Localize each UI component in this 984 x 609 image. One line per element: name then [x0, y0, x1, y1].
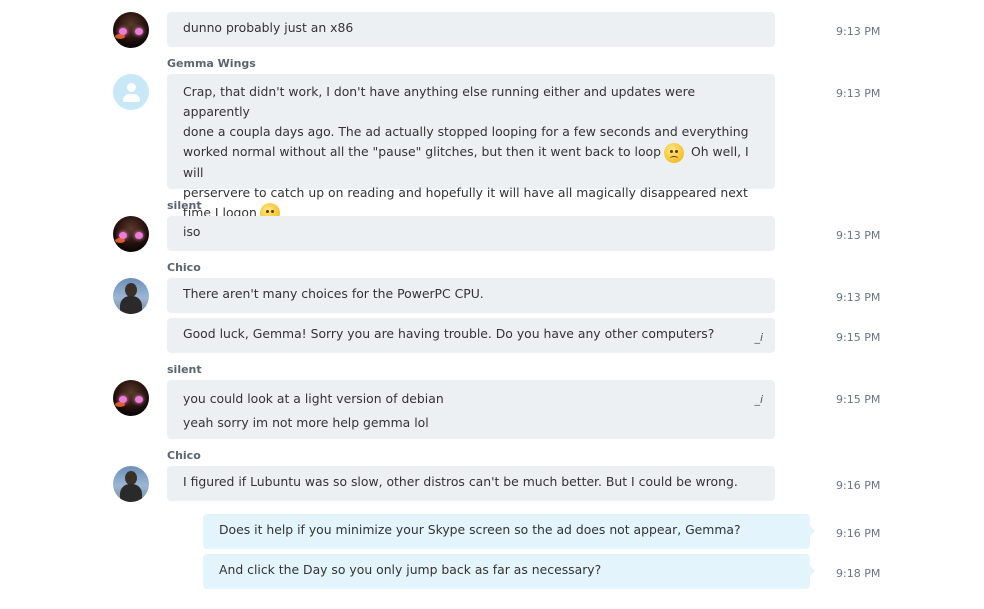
message-line: worked normal without all the "pause" gl… — [183, 144, 662, 159]
avatar-silent[interactable] — [113, 12, 149, 48]
message-text: Does it help if you minimize your Skype … — [219, 522, 741, 537]
message-bubble[interactable]: dunno probably just an x86 — [167, 12, 775, 47]
message-time: 9:16 PM — [836, 527, 881, 540]
message-bubble[interactable]: Good luck, Gemma! Sorry you are having t… — [167, 318, 775, 353]
sender-name: Chico — [167, 449, 201, 462]
message-bubble[interactable]: Crap, that didn't work, I don't have any… — [167, 74, 775, 223]
sender-name: silent — [167, 199, 202, 212]
message-time: 9:18 PM — [836, 567, 881, 580]
sender-name: Chico — [167, 261, 201, 274]
message-text: dunno probably just an x86 — [183, 20, 354, 35]
sender-name: Gemma Wings — [167, 57, 256, 70]
avatar-gemma[interactable] — [113, 74, 149, 110]
own-message-bubble[interactable]: Does it help if you minimize your Skype … — [203, 514, 815, 549]
edited-icon[interactable]: _i — [754, 390, 763, 410]
edited-icon[interactable]: _i — [754, 328, 763, 348]
message-line: you could look at a light version of deb… — [183, 391, 444, 406]
own-message-bubble[interactable]: And click the Day so you only jump back … — [203, 554, 815, 589]
message-text: Good luck, Gemma! Sorry you are having t… — [183, 326, 715, 341]
message-time: 9:13 PM — [836, 291, 881, 304]
message-time: 9:15 PM — [836, 331, 881, 344]
message-bubble[interactable]: iso — [167, 216, 775, 251]
message-bubble[interactable]: There aren't many choices for the PowerP… — [167, 278, 775, 313]
avatar-chico[interactable] — [113, 278, 149, 314]
message-line: Crap, that didn't work, I don't have any… — [183, 84, 696, 119]
message-time: 9:15 PM — [836, 393, 881, 406]
message-time: 9:16 PM — [836, 479, 881, 492]
message-text: I figured if Lubuntu was so slow, other … — [183, 474, 738, 489]
message-line: done a coupla days ago. The ad actually … — [183, 124, 749, 139]
message-text: And click the Day so you only jump back … — [219, 562, 602, 577]
message-line: yeah sorry im not more help gemma lol — [183, 415, 429, 430]
avatar-silent[interactable] — [113, 380, 149, 416]
message-bubble[interactable]: you could look at a light version of deb… — [167, 380, 775, 439]
sender-name: silent — [167, 363, 202, 376]
sad-emoticon-icon — [664, 142, 685, 163]
message-text: There aren't many choices for the PowerP… — [183, 286, 484, 301]
message-time: 9:13 PM — [836, 229, 881, 242]
message-time: 9:13 PM — [836, 25, 881, 38]
avatar-chico[interactable] — [113, 466, 149, 502]
message-bubble[interactable]: I figured if Lubuntu was so slow, other … — [167, 466, 775, 501]
avatar-silent[interactable] — [113, 216, 149, 252]
message-text: iso — [183, 224, 201, 239]
message-line: perservere to catch up on reading and ho… — [183, 184, 748, 200]
message-time: 9:13 PM — [836, 87, 881, 100]
